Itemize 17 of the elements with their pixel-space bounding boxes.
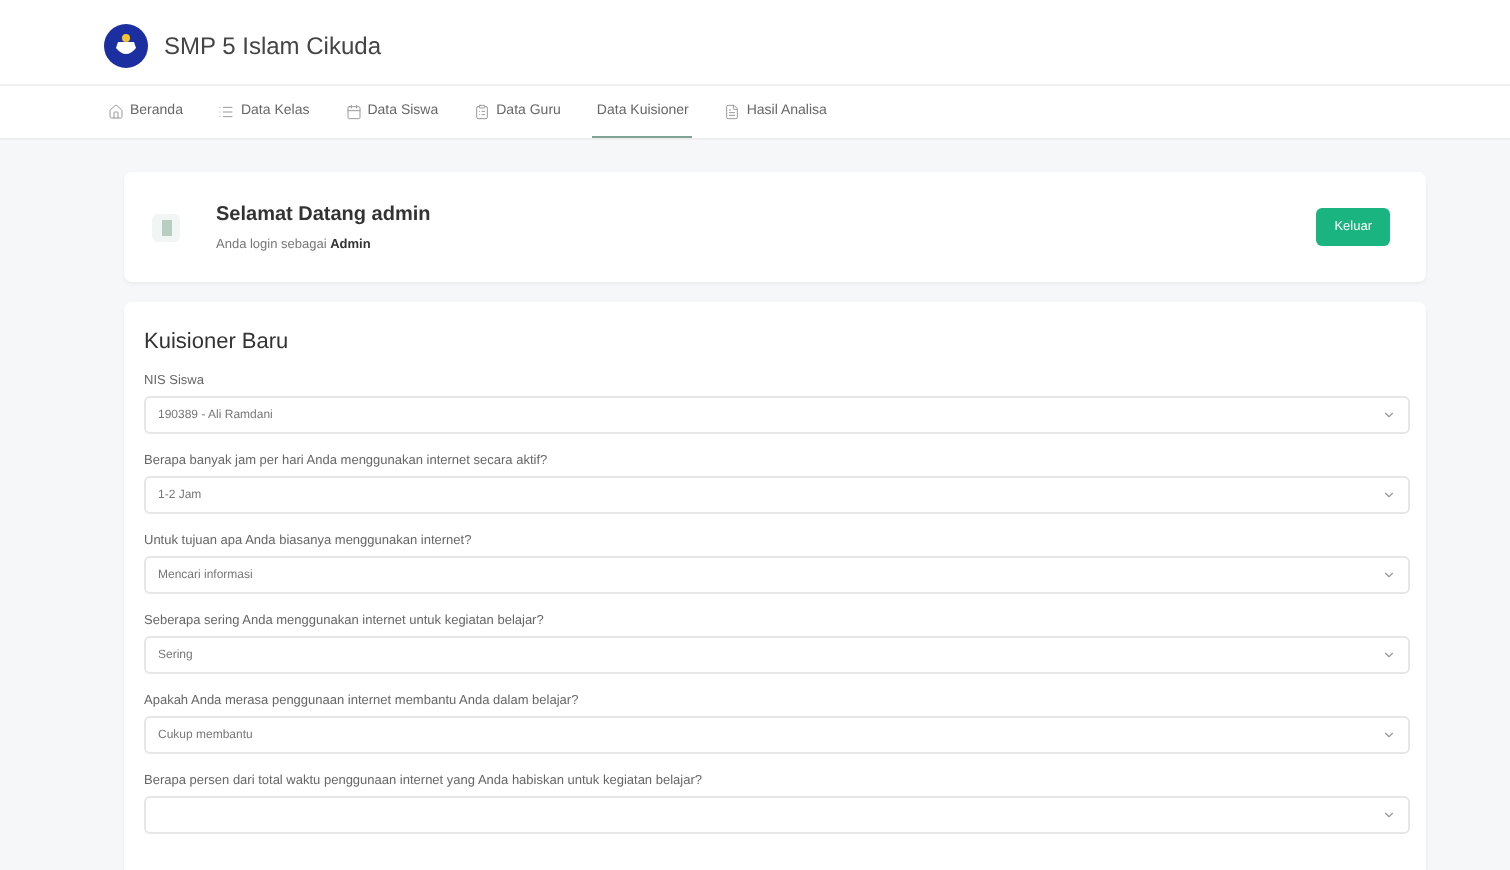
- school-name: SMP 5 Islam Cikuda: [164, 32, 381, 60]
- form-title: Kuisioner Baru: [144, 330, 291, 354]
- user-icon: [152, 213, 180, 241]
- chevron-icon: [1382, 808, 1396, 822]
- tab-icon: [724, 103, 741, 119]
- select-field[interactable]: [144, 796, 1410, 834]
- chevron-icon: [1382, 408, 1396, 422]
- chevron-icon: [1382, 568, 1396, 582]
- tab-icon: [474, 103, 491, 119]
- welcome-title: Selamat Datang admin: [216, 203, 433, 225]
- tab-icon: [218, 103, 235, 119]
- chevron-icon: [1382, 728, 1396, 742]
- school-logo: [104, 24, 148, 68]
- tab-icon: [345, 103, 362, 119]
- chevron-icon: [1382, 648, 1396, 662]
- tab-icon: [108, 103, 124, 119]
- chevron-icon: [1382, 488, 1396, 502]
